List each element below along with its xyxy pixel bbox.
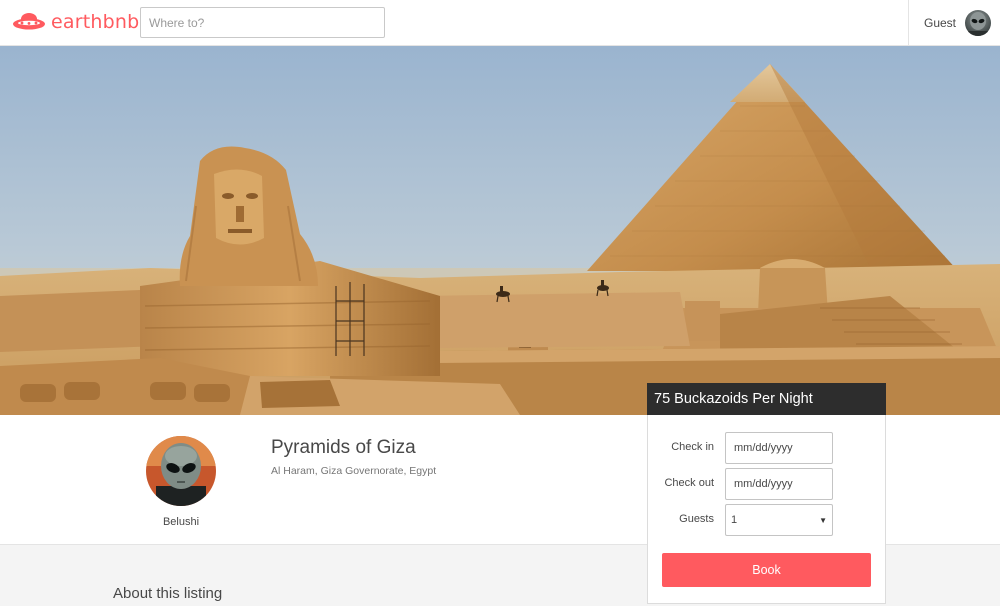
guests-value: 1: [731, 514, 738, 526]
about-heading: About this listing: [113, 585, 223, 602]
user-menu[interactable]: Guest: [908, 0, 1000, 46]
brand-name: earthbnb: [51, 11, 140, 33]
check-out-label: Check out: [664, 477, 714, 489]
check-out-input[interactable]: mm/dd/yyyy: [725, 468, 833, 500]
hero-image: [0, 46, 1000, 415]
guests-select[interactable]: 1 ▼: [725, 504, 833, 536]
check-in-row: Check in mm/dd/yyyy: [648, 432, 885, 464]
user-avatar[interactable]: [965, 10, 992, 36]
book-button[interactable]: Book: [662, 553, 871, 587]
brand-logo[interactable]: earthbnb: [12, 9, 139, 35]
check-out-row: Check out mm/dd/yyyy: [648, 468, 885, 500]
alien-avatar-icon: [146, 436, 216, 506]
listing-title: Pyramids of Giza: [271, 437, 416, 458]
top-nav: earthbnb Guest: [0, 0, 1000, 46]
booking-panel: 75 Buckazoids Per Night Check in mm/dd/y…: [647, 383, 886, 604]
guests-label: Guests: [679, 513, 714, 525]
check-in-placeholder: mm/dd/yyyy: [734, 442, 793, 454]
check-in-input[interactable]: mm/dd/yyyy: [725, 432, 833, 464]
alien-avatar-icon: [968, 12, 989, 36]
check-out-placeholder: mm/dd/yyyy: [734, 478, 793, 490]
user-label: Guest: [924, 16, 957, 30]
chevron-down-icon: ▼: [819, 515, 827, 525]
ufo-icon: [13, 13, 45, 30]
guests-row: Guests 1 ▼: [648, 504, 885, 536]
check-in-label: Check in: [671, 441, 714, 453]
host-name[interactable]: Belushi: [146, 516, 216, 528]
listing-location: Al Haram, Giza Governorate, Egypt: [271, 465, 437, 477]
price-banner: 75 Buckazoids Per Night: [647, 383, 886, 415]
host-avatar[interactable]: [146, 436, 216, 506]
pyramids-photo: [0, 46, 1000, 415]
search-input[interactable]: [140, 7, 385, 38]
